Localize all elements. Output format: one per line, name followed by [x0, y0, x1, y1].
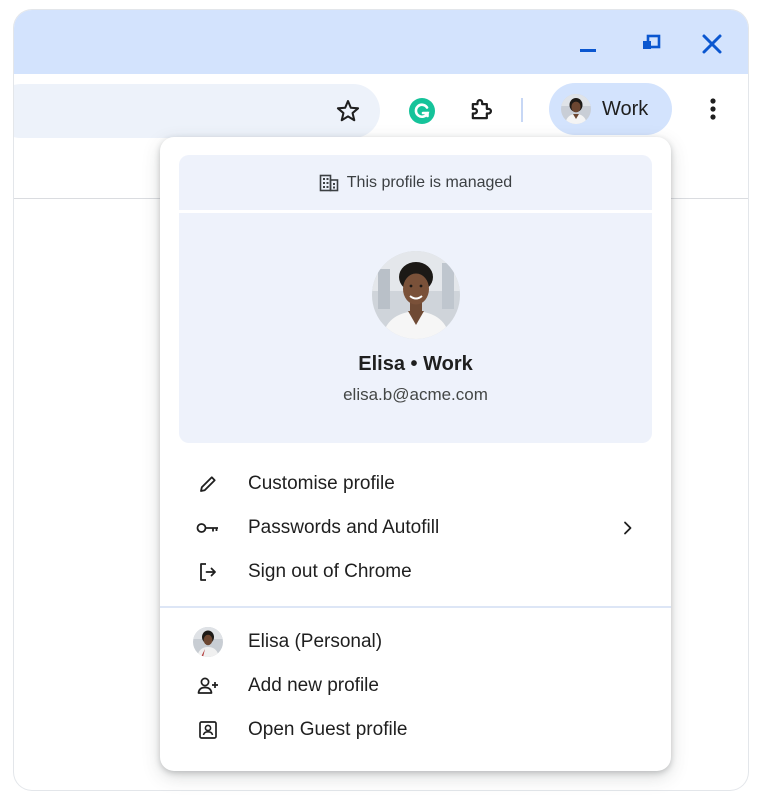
close-icon	[702, 34, 722, 54]
customise-profile-item[interactable]: Customise profile	[160, 462, 671, 506]
toolbar-separator	[521, 98, 523, 122]
key-icon	[196, 523, 218, 533]
passwords-autofill-label: Passwords and Autofill	[248, 517, 440, 538]
restore-icon	[643, 34, 661, 49]
title-bar	[14, 10, 748, 74]
add-new-profile-label: Add new profile	[248, 675, 379, 696]
profile-menu: This profile is managed Elisa • Work eli…	[160, 137, 671, 771]
passwords-autofill-item[interactable]: Passwords and Autofill	[160, 506, 671, 550]
menu-separator	[160, 606, 671, 608]
sign-out-item[interactable]: Sign out of Chrome	[160, 550, 671, 594]
pencil-icon	[200, 476, 216, 492]
guest-profile-label: Open Guest profile	[248, 719, 408, 740]
profile-name: Elisa • Work	[358, 353, 473, 375]
building-icon	[319, 174, 339, 191]
extensions-button[interactable]	[465, 94, 497, 126]
more-vert-icon	[710, 98, 716, 120]
minimize-icon	[580, 49, 596, 52]
close-button[interactable]	[694, 26, 730, 62]
customise-profile-label: Customise profile	[248, 473, 395, 494]
sign-out-label: Sign out of Chrome	[248, 561, 412, 582]
restore-button[interactable]	[633, 26, 669, 62]
browser-menu-button[interactable]	[698, 94, 728, 124]
avatar	[561, 94, 591, 124]
managed-banner: This profile is managed	[179, 155, 652, 210]
profile-email: elisa.b@acme.com	[343, 385, 488, 404]
profile-chip[interactable]: Work	[549, 83, 672, 135]
minimize-button[interactable]	[570, 26, 606, 62]
avatar	[193, 627, 223, 657]
profile-chip-label: Work	[602, 97, 649, 120]
managed-notice-text: This profile is managed	[346, 173, 513, 191]
personal-profile-label: Elisa (Personal)	[248, 631, 383, 652]
chevron-right-icon	[624, 521, 632, 535]
identity-card: Elisa • Work elisa.b@acme.com	[179, 213, 652, 443]
add-person-icon	[197, 677, 218, 694]
omnibox[interactable]	[14, 84, 380, 138]
sign-out-icon	[200, 563, 216, 581]
star-icon	[336, 100, 360, 122]
guest-profile-item[interactable]: Open Guest profile	[160, 708, 671, 752]
grammarly-icon	[409, 98, 435, 124]
avatar	[372, 251, 460, 339]
guest-icon	[199, 721, 217, 739]
grammarly-extension-button[interactable]	[407, 96, 437, 126]
puzzle-icon	[471, 99, 492, 120]
add-new-profile-item[interactable]: Add new profile	[160, 664, 671, 708]
bookmark-star-button[interactable]	[333, 96, 363, 126]
personal-profile-item[interactable]: Elisa (Personal)	[160, 620, 671, 664]
